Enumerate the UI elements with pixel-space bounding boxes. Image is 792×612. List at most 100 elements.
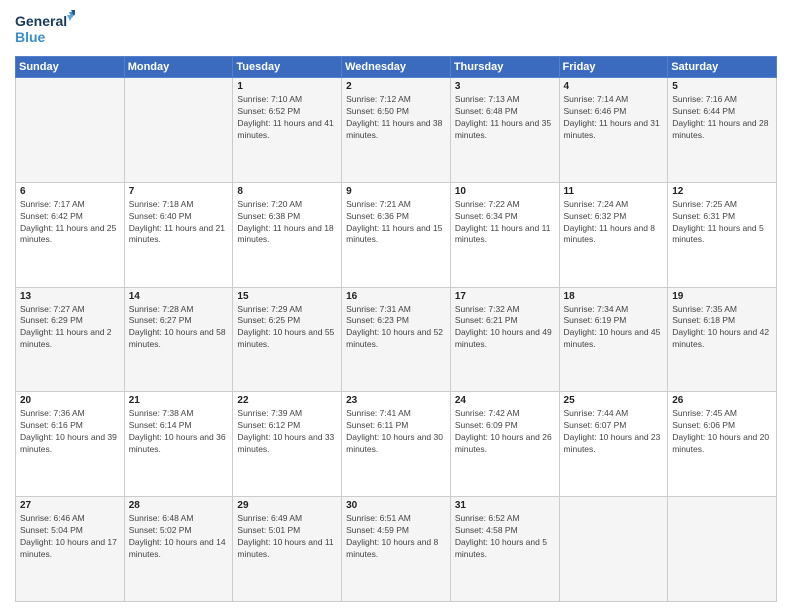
- calendar-cell: 17 Sunrise: 7:32 AM Sunset: 6:21 PM Dayli…: [450, 287, 559, 392]
- day-number: 22: [237, 395, 337, 406]
- day-number: 13: [20, 291, 120, 302]
- day-number: 1: [237, 81, 337, 92]
- calendar-cell: 14Sunrise: 7:28 AM Sunset: 6:27 PM Dayli…: [124, 287, 233, 392]
- day-info: Sunrise: 7:35 AM Sunset: 6:18 PM Dayligh…: [672, 304, 772, 352]
- calendar-cell: 26Sunrise: 7:45 AM Sunset: 6:06 PM Dayli…: [668, 392, 777, 497]
- calendar-cell: 19 Sunrise: 7:35 AM Sunset: 6:18 PM Dayli…: [668, 287, 777, 392]
- day-header-friday: Friday: [559, 57, 668, 78]
- logo-svg: General Blue: [15, 10, 75, 48]
- day-number: 31: [455, 500, 555, 511]
- calendar-cell: [559, 497, 668, 602]
- day-header-sunday: Sunday: [16, 57, 125, 78]
- day-header-monday: Monday: [124, 57, 233, 78]
- calendar-cell: 1 Sunrise: 7:10 AM Sunset: 6:52 PM Daylig…: [233, 78, 342, 183]
- calendar-cell: 18 Sunrise: 7:34 AM Sunset: 6:19 PM Dayli…: [559, 287, 668, 392]
- day-info: Sunrise: 6:51 AM Sunset: 4:59 PM Dayligh…: [346, 513, 446, 561]
- day-number: 6: [20, 186, 120, 197]
- day-info: Sunrise: 7:17 AM Sunset: 6:42 PM Dayligh…: [20, 199, 120, 247]
- calendar-cell: 9Sunrise: 7:21 AM Sunset: 6:36 PM Daylig…: [342, 182, 451, 287]
- day-number: 11: [564, 186, 664, 197]
- day-number: 18: [564, 291, 664, 302]
- day-info: Sunrise: 7:22 AM Sunset: 6:34 PM Dayligh…: [455, 199, 555, 247]
- calendar-cell: 31 Sunrise: 6:52 AM Sunset: 4:58 PM Dayli…: [450, 497, 559, 602]
- day-number: 19: [672, 291, 772, 302]
- day-info: Sunrise: 7:38 AM Sunset: 6:14 PM Dayligh…: [129, 408, 229, 456]
- day-number: 26: [672, 395, 772, 406]
- day-number: 24: [455, 395, 555, 406]
- day-info: Sunrise: 6:52 AM Sunset: 4:58 PM Dayligh…: [455, 513, 555, 561]
- day-number: 29: [237, 500, 337, 511]
- calendar-cell: 4 Sunrise: 7:14 AM Sunset: 6:46 PM Daylig…: [559, 78, 668, 183]
- day-number: 17: [455, 291, 555, 302]
- calendar-cell: [16, 78, 125, 183]
- day-info: Sunrise: 7:42 AM Sunset: 6:09 PM Dayligh…: [455, 408, 555, 456]
- calendar-cell: 24 Sunrise: 7:42 AM Sunset: 6:09 PM Dayli…: [450, 392, 559, 497]
- day-number: 25: [564, 395, 664, 406]
- day-info: Sunrise: 7:14 AM Sunset: 6:46 PM Dayligh…: [564, 94, 664, 142]
- day-info: Sunrise: 7:12 AM Sunset: 6:50 PM Dayligh…: [346, 94, 446, 142]
- calendar-week-row: 20 Sunrise: 7:36 AM Sunset: 6:16 PM Dayli…: [16, 392, 777, 497]
- day-header-wednesday: Wednesday: [342, 57, 451, 78]
- svg-text:Blue: Blue: [15, 29, 46, 45]
- page: General Blue SundayMondayTuesdayWednesda…: [0, 0, 792, 612]
- calendar-cell: 11 Sunrise: 7:24 AM Sunset: 6:32 PM Dayli…: [559, 182, 668, 287]
- calendar-cell: 20 Sunrise: 7:36 AM Sunset: 6:16 PM Dayli…: [16, 392, 125, 497]
- day-info: Sunrise: 7:13 AM Sunset: 6:48 PM Dayligh…: [455, 94, 555, 142]
- day-info: Sunrise: 7:16 AM Sunset: 6:44 PM Dayligh…: [672, 94, 772, 142]
- calendar-cell: 29 Sunrise: 6:49 AM Sunset: 5:01 PM Dayli…: [233, 497, 342, 602]
- calendar-week-row: 27 Sunrise: 6:46 AM Sunset: 5:04 PM Dayli…: [16, 497, 777, 602]
- day-info: Sunrise: 7:20 AM Sunset: 6:38 PM Dayligh…: [237, 199, 337, 247]
- day-info: Sunrise: 7:31 AM Sunset: 6:23 PM Dayligh…: [346, 304, 446, 352]
- calendar-cell: [668, 497, 777, 602]
- day-number: 5: [672, 81, 772, 92]
- day-info: Sunrise: 7:10 AM Sunset: 6:52 PM Dayligh…: [237, 94, 337, 142]
- day-info: Sunrise: 7:39 AM Sunset: 6:12 PM Dayligh…: [237, 408, 337, 456]
- day-info: Sunrise: 7:34 AM Sunset: 6:19 PM Dayligh…: [564, 304, 664, 352]
- calendar-cell: 30 Sunrise: 6:51 AM Sunset: 4:59 PM Dayli…: [342, 497, 451, 602]
- day-info: Sunrise: 6:49 AM Sunset: 5:01 PM Dayligh…: [237, 513, 337, 561]
- day-number: 9: [346, 186, 446, 197]
- day-number: 20: [20, 395, 120, 406]
- day-number: 8: [237, 186, 337, 197]
- day-number: 7: [129, 186, 229, 197]
- calendar-cell: 22 Sunrise: 7:39 AM Sunset: 6:12 PM Dayli…: [233, 392, 342, 497]
- day-info: Sunrise: 6:46 AM Sunset: 5:04 PM Dayligh…: [20, 513, 120, 561]
- calendar-cell: 5 Sunrise: 7:16 AM Sunset: 6:44 PM Daylig…: [668, 78, 777, 183]
- day-info: Sunrise: 7:36 AM Sunset: 6:16 PM Dayligh…: [20, 408, 120, 456]
- day-info: Sunrise: 7:28 AM Sunset: 6:27 PM Dayligh…: [129, 304, 229, 352]
- calendar-header-row: SundayMondayTuesdayWednesdayThursdayFrid…: [16, 57, 777, 78]
- day-info: Sunrise: 7:24 AM Sunset: 6:32 PM Dayligh…: [564, 199, 664, 247]
- day-number: 16: [346, 291, 446, 302]
- day-info: Sunrise: 7:32 AM Sunset: 6:21 PM Dayligh…: [455, 304, 555, 352]
- day-number: 21: [129, 395, 229, 406]
- day-number: 3: [455, 81, 555, 92]
- day-number: 27: [20, 500, 120, 511]
- day-header-saturday: Saturday: [668, 57, 777, 78]
- calendar-cell: [124, 78, 233, 183]
- header: General Blue: [15, 10, 777, 48]
- calendar-cell: 6 Sunrise: 7:17 AM Sunset: 6:42 PM Daylig…: [16, 182, 125, 287]
- day-number: 10: [455, 186, 555, 197]
- calendar-cell: 10 Sunrise: 7:22 AM Sunset: 6:34 PM Dayli…: [450, 182, 559, 287]
- calendar-cell: 2Sunrise: 7:12 AM Sunset: 6:50 PM Daylig…: [342, 78, 451, 183]
- calendar-cell: 3 Sunrise: 7:13 AM Sunset: 6:48 PM Daylig…: [450, 78, 559, 183]
- day-info: Sunrise: 7:29 AM Sunset: 6:25 PM Dayligh…: [237, 304, 337, 352]
- day-number: 28: [129, 500, 229, 511]
- calendar-cell: 15Sunrise: 7:29 AM Sunset: 6:25 PM Dayli…: [233, 287, 342, 392]
- calendar-cell: 28 Sunrise: 6:48 AM Sunset: 5:02 PM Dayli…: [124, 497, 233, 602]
- calendar-cell: 16 Sunrise: 7:31 AM Sunset: 6:23 PM Dayli…: [342, 287, 451, 392]
- day-info: Sunrise: 6:48 AM Sunset: 5:02 PM Dayligh…: [129, 513, 229, 561]
- day-info: Sunrise: 7:44 AM Sunset: 6:07 PM Dayligh…: [564, 408, 664, 456]
- calendar-cell: 13Sunrise: 7:27 AM Sunset: 6:29 PM Dayli…: [16, 287, 125, 392]
- svg-text:General: General: [15, 13, 67, 29]
- calendar-cell: 12Sunrise: 7:25 AM Sunset: 6:31 PM Dayli…: [668, 182, 777, 287]
- calendar-cell: 27 Sunrise: 6:46 AM Sunset: 5:04 PM Dayli…: [16, 497, 125, 602]
- calendar-cell: 21 Sunrise: 7:38 AM Sunset: 6:14 PM Dayli…: [124, 392, 233, 497]
- logo: General Blue: [15, 10, 75, 48]
- calendar-week-row: 1 Sunrise: 7:10 AM Sunset: 6:52 PM Daylig…: [16, 78, 777, 183]
- calendar-cell: 23Sunrise: 7:41 AM Sunset: 6:11 PM Dayli…: [342, 392, 451, 497]
- day-number: 30: [346, 500, 446, 511]
- day-info: Sunrise: 7:25 AM Sunset: 6:31 PM Dayligh…: [672, 199, 772, 247]
- calendar-table: SundayMondayTuesdayWednesdayThursdayFrid…: [15, 56, 777, 602]
- day-number: 4: [564, 81, 664, 92]
